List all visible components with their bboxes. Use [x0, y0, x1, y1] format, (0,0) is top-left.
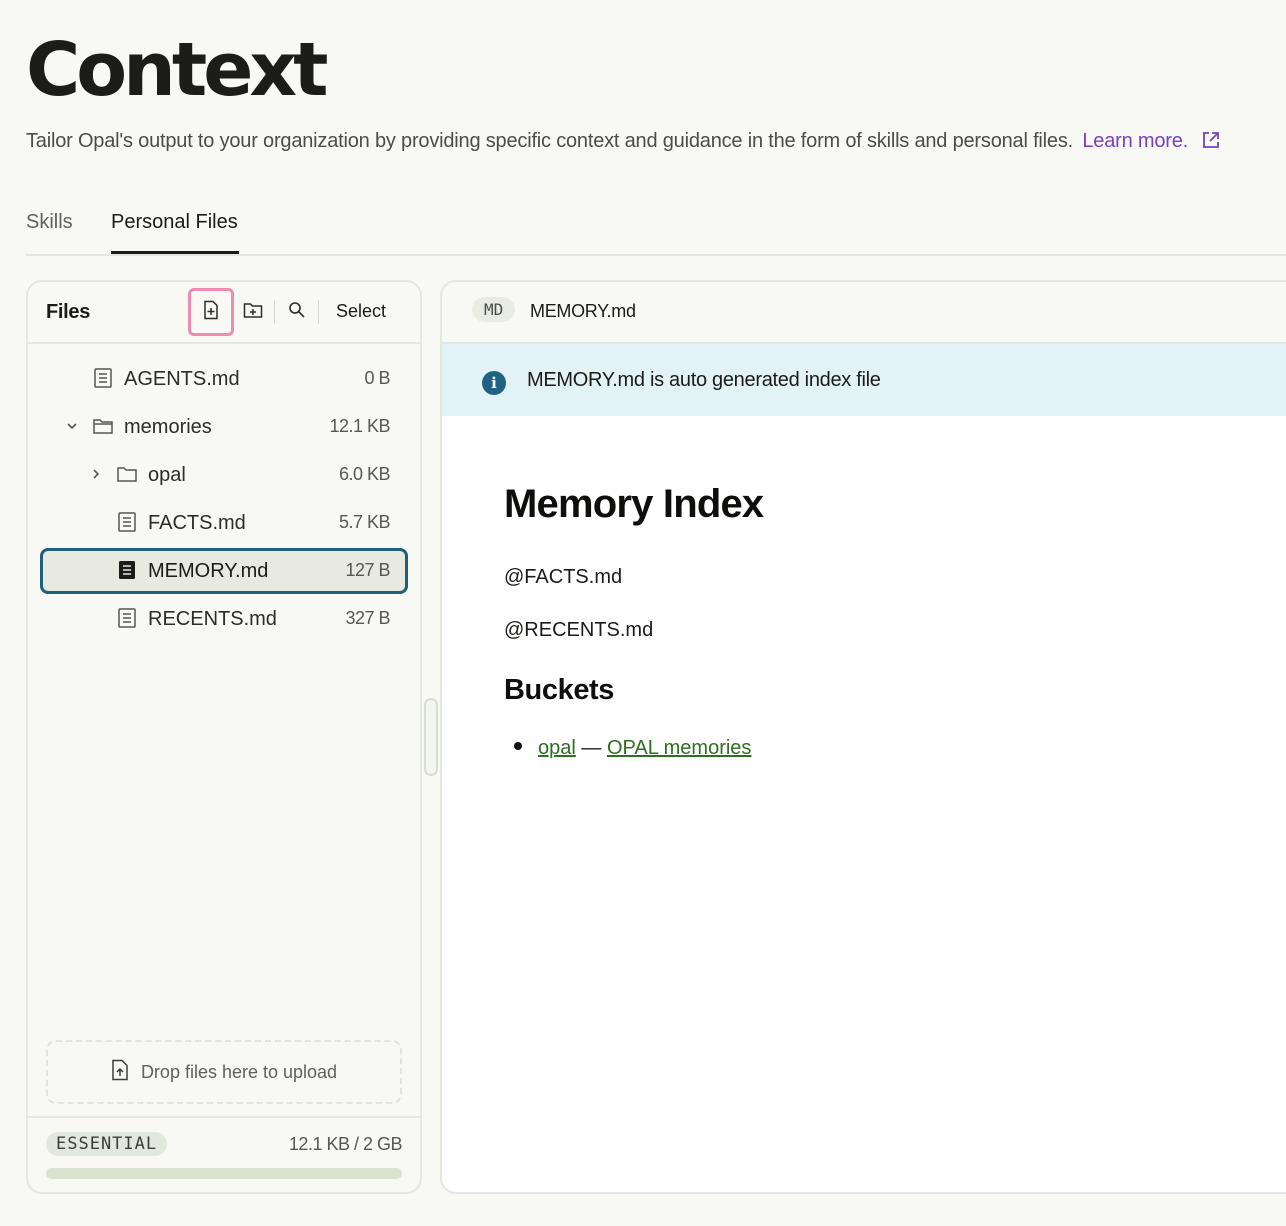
tree-row-recents[interactable]: RECENTS.md 327 B — [40, 596, 408, 642]
chevron-right-icon[interactable] — [88, 466, 104, 482]
dropzone-label: Drop files here to upload — [140, 1061, 338, 1082]
file-viewer: MD MEMORY.md i MEMORY.md is auto generat… — [440, 280, 1286, 1194]
tree-item-size: 327 B — [345, 608, 390, 628]
new-file-button[interactable] — [188, 288, 234, 336]
tree-item-name: FACTS.md — [148, 512, 246, 534]
panel-resize-handle[interactable] — [424, 698, 438, 776]
active-tab-indicator — [111, 251, 239, 254]
tree-item-name: RECENTS.md — [148, 608, 277, 630]
tree-row-memories[interactable]: memories 12.1 KB — [40, 404, 408, 450]
chevron-down-icon[interactable] — [64, 418, 80, 434]
doc-separator: — — [575, 737, 607, 759]
page-title: Context — [26, 27, 328, 113]
select-button[interactable]: Select — [336, 301, 386, 322]
usage-bar — [46, 1168, 402, 1179]
files-header: Files Select — [28, 282, 420, 344]
tree-item-size: 6.0 KB — [338, 464, 391, 484]
search-button[interactable] — [274, 288, 320, 336]
file-icon — [116, 607, 138, 629]
new-file-icon — [202, 300, 220, 325]
files-panel: Files Select AGENTS.md 0 B memories 12.1… — [26, 280, 422, 1194]
tree-row-opal[interactable]: opal 6.0 KB — [40, 452, 408, 498]
doc-link-opal-memories[interactable]: OPAL memories — [607, 737, 751, 759]
page-subtitle: Tailor Opal's output to your organizatio… — [26, 128, 1276, 157]
doc-list-item: opal — OPAL memories — [504, 737, 751, 760]
search-icon — [288, 301, 306, 324]
tree-row-agents[interactable]: AGENTS.md 0 B — [40, 356, 408, 402]
tree-item-size: 0 B — [364, 368, 390, 388]
file-type-badge: MD — [472, 297, 516, 322]
doc-subheading: Buckets — [504, 674, 615, 706]
doc-link-opal[interactable]: opal — [538, 737, 576, 759]
info-banner-text: MEMORY.md is auto generated index file — [527, 369, 881, 391]
file-icon — [92, 367, 114, 389]
plan-badge: ESSENTIAL — [46, 1132, 168, 1156]
tree-item-name: MEMORY.md — [148, 560, 269, 582]
folder-icon — [116, 463, 138, 485]
new-folder-button[interactable] — [230, 288, 276, 336]
usage-text: 12.1 KB / 2 GB — [288, 1134, 403, 1154]
tree-item-size: 12.1 KB — [329, 416, 390, 436]
viewer-filename: MEMORY.md — [530, 301, 636, 321]
learn-more-link[interactable]: Learn more. — [1082, 130, 1188, 152]
tree-item-size: 5.7 KB — [338, 512, 391, 532]
info-banner: i MEMORY.md is auto generated index file — [442, 344, 1286, 416]
toolbar-divider — [318, 300, 319, 324]
upload-dropzone[interactable]: Drop files here to upload — [46, 1040, 402, 1104]
storage-usage: ESSENTIAL 12.1 KB / 2 GB — [28, 1116, 420, 1194]
doc-paragraph: @RECENTS.md — [504, 619, 654, 641]
external-link-icon[interactable] — [1201, 130, 1221, 157]
doc-heading: Memory Index — [504, 482, 764, 526]
doc-paragraph: @FACTS.md — [504, 566, 623, 588]
viewer-header: MD MEMORY.md — [442, 282, 1286, 344]
tree-item-name: memories — [124, 416, 212, 438]
subtitle-text: Tailor Opal's output to your organizatio… — [26, 130, 1073, 152]
tab-personal-files[interactable]: Personal Files — [111, 210, 238, 234]
tree-row-memory[interactable]: MEMORY.md 127 B — [40, 548, 408, 594]
tree-item-size: 127 B — [345, 560, 390, 580]
files-title: Files — [46, 301, 91, 323]
tab-skills[interactable]: Skills — [26, 210, 73, 234]
file-icon — [116, 511, 138, 533]
new-folder-icon — [243, 301, 263, 324]
tab-bar: Skills Personal Files — [26, 200, 1286, 256]
info-icon: i — [482, 371, 506, 395]
folder-open-icon — [92, 415, 114, 437]
tree-row-facts[interactable]: FACTS.md 5.7 KB — [40, 500, 408, 546]
tree-item-name: opal — [148, 464, 186, 486]
upload-file-icon — [111, 1059, 129, 1086]
file-filled-icon — [116, 559, 138, 581]
bullet-icon — [514, 742, 522, 750]
tree-item-name: AGENTS.md — [124, 368, 240, 390]
